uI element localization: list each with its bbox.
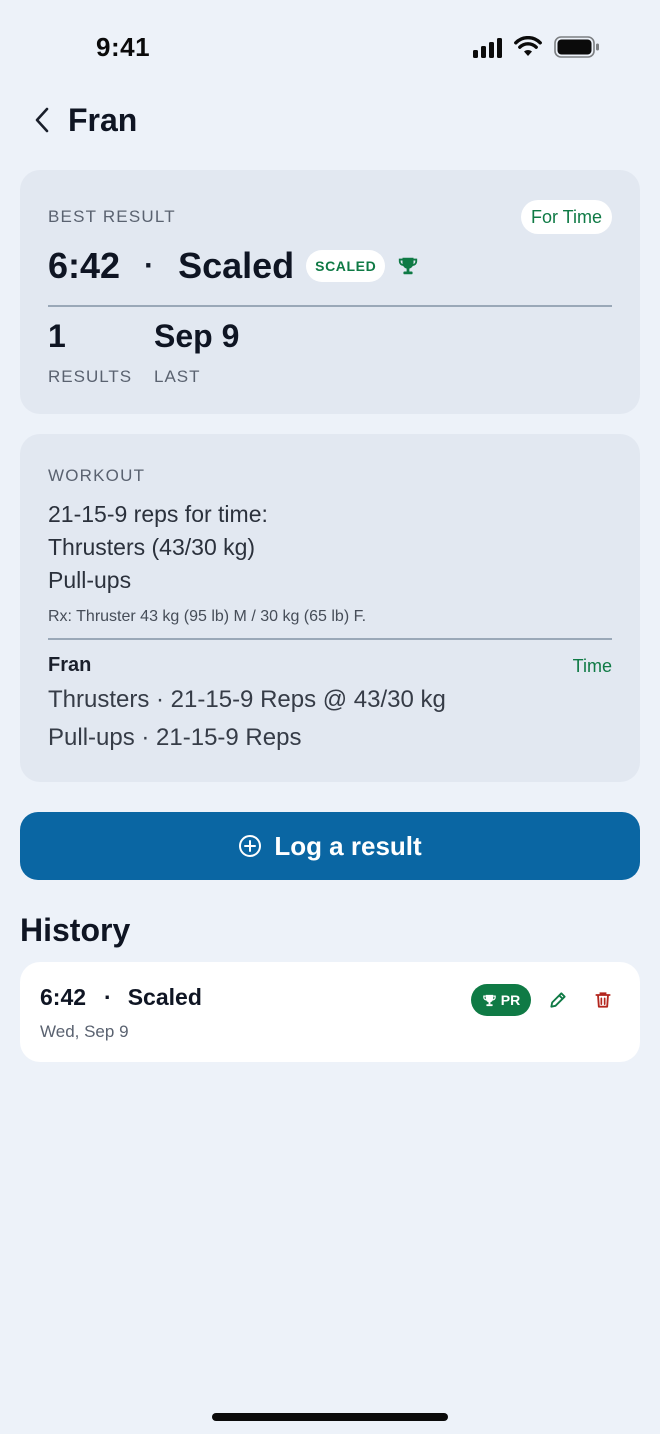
results-label: RESULTS xyxy=(48,367,133,386)
workout-description: 21-15-9 reps for time: Thrusters (43/30 … xyxy=(48,498,268,597)
best-result-card: BEST RESULT For Time 6:42 · Scaled SCALE… xyxy=(20,170,640,414)
score-type-pill: For Time xyxy=(520,200,612,234)
workout-line: 21-15-9 reps for time: xyxy=(48,501,268,527)
divider xyxy=(48,305,612,307)
status-icons xyxy=(473,36,600,58)
workout-label: WORKOUT xyxy=(48,466,146,485)
results-stat: 1 RESULTS xyxy=(48,318,132,387)
pr-badge: PR xyxy=(471,984,531,1016)
history-result: 6:42 · Scaled xyxy=(40,984,202,1011)
history-date: Wed, Sep 9 xyxy=(40,1022,129,1041)
workout-line: Pull-ups xyxy=(48,567,132,593)
history-time: 6:42 xyxy=(40,984,87,1010)
battery-icon xyxy=(554,36,599,58)
last-stat: Sep 9 LAST xyxy=(154,318,239,387)
best-time: 6:42 xyxy=(48,245,121,286)
plus-circle-icon xyxy=(238,834,262,858)
history-scale: Scaled xyxy=(127,984,202,1010)
back-chevron-icon xyxy=(35,107,49,133)
history-list-item[interactable]: 6:42 · Scaled Wed, Sep 9 PR xyxy=(20,962,640,1062)
separator-dot: · xyxy=(144,249,155,282)
last-label: LAST xyxy=(154,367,201,386)
page-title: Fran xyxy=(68,101,138,138)
back-button[interactable] xyxy=(28,100,56,140)
screen: 9:41 Fran BEST RESULT For Time 6:42 · Sc… xyxy=(0,0,660,1434)
workout-type: Time xyxy=(572,656,612,676)
pr-label: PR xyxy=(500,992,521,1008)
cellular-signal-icon xyxy=(473,36,502,58)
scaled-chip: SCALED xyxy=(306,250,386,282)
trophy-icon xyxy=(483,994,496,1006)
divider xyxy=(48,638,612,640)
last-date: Sep 9 xyxy=(154,318,240,354)
best-result-summary: 6:42 · Scaled SCALED xyxy=(48,245,419,286)
separator-dot: · xyxy=(104,984,112,1010)
pencil-icon xyxy=(550,992,566,1008)
log-result-label: Log a result xyxy=(274,830,422,861)
navigation-header: Fran xyxy=(28,100,137,140)
best-result-label: BEST RESULT xyxy=(48,207,176,226)
movement-row: Pull-ups · 21-15-9 Reps xyxy=(48,724,302,751)
log-result-button[interactable]: Log a result xyxy=(20,812,640,880)
wifi-icon xyxy=(514,36,542,56)
workout-line: Thrusters (43/30 kg) xyxy=(48,534,256,560)
workout-name: Fran xyxy=(48,654,92,676)
workout-card: WORKOUT 21-15-9 reps for time: Thrusters… xyxy=(20,434,640,782)
delete-button[interactable] xyxy=(589,986,617,1014)
edit-button[interactable] xyxy=(544,986,572,1014)
status-time: 9:41 xyxy=(96,32,151,62)
home-indicator xyxy=(212,1413,448,1421)
rx-note: Rx: Thruster 43 kg (95 lb) M / 30 kg (65… xyxy=(48,608,367,625)
trash-icon xyxy=(595,992,611,1008)
history-title: History xyxy=(20,912,131,948)
results-count: 1 xyxy=(48,318,66,354)
best-scale: Scaled xyxy=(178,245,295,286)
trophy-icon xyxy=(397,255,419,277)
movement-row: Thrusters · 21-15-9 Reps @ 43/30 kg xyxy=(48,686,446,713)
